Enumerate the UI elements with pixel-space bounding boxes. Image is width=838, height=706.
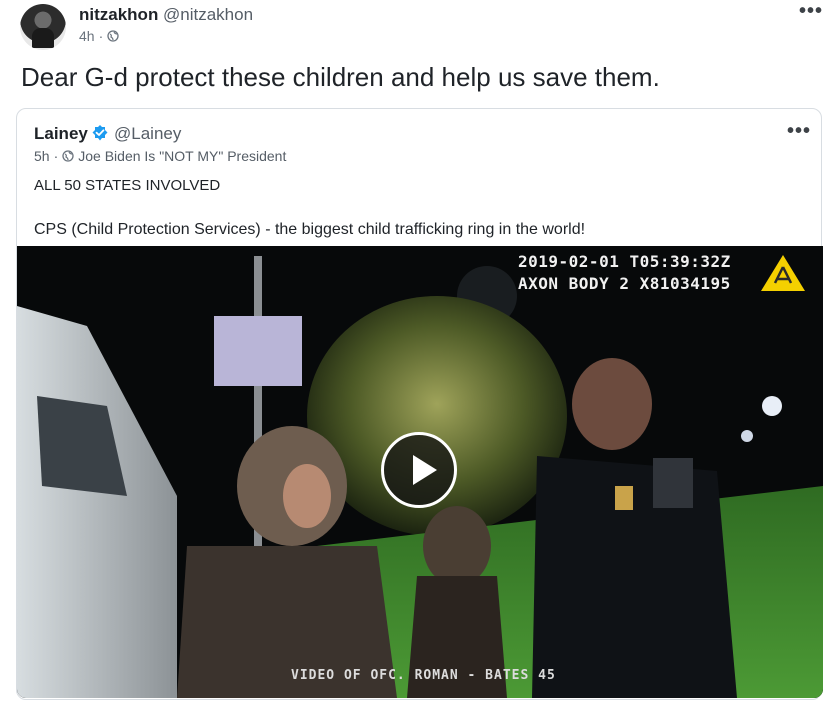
quoted-post[interactable]: Lainey @Lainey ••• 5h · Joe Biden Is "NO… <box>16 108 823 700</box>
quoted-author-name[interactable]: Lainey <box>34 124 88 144</box>
play-button[interactable] <box>381 432 457 508</box>
verified-badge-icon <box>92 125 108 141</box>
quoted-meta-separator: · <box>53 148 59 164</box>
globe-icon <box>62 150 74 162</box>
quoted-display-suffix: Joe Biden Is "NOT MY" President <box>78 148 287 164</box>
quoted-author-handle[interactable]: @Lainey <box>114 124 181 144</box>
quoted-text-line-2: CPS (Child Protection Services) - the bi… <box>34 221 586 238</box>
timestamp-line-1: 2019-02-01 T05:39:32Z <box>518 252 731 271</box>
quoted-time[interactable]: 5h <box>34 148 50 164</box>
meta-separator: · <box>98 28 104 44</box>
video-player[interactable]: 2019-02-01 T05:39:32Z AXON BODY 2 X81034… <box>17 246 823 698</box>
video-timestamp-overlay: 2019-02-01 T05:39:32Z AXON BODY 2 X81034… <box>518 251 731 295</box>
timestamp-line-2: AXON BODY 2 X81034195 <box>518 274 731 293</box>
axon-logo-icon <box>761 255 805 291</box>
post-meta: 4h · <box>79 28 119 44</box>
globe-icon <box>107 30 119 42</box>
quoted-more-options-icon[interactable]: ••• <box>787 121 811 141</box>
author-avatar[interactable] <box>20 4 66 50</box>
author-name[interactable]: nitzakhon <box>79 5 158 25</box>
quoted-text-line-1: ALL 50 STATES INVOLVED <box>34 177 221 194</box>
more-options-icon[interactable]: ••• <box>799 1 823 21</box>
video-caption-overlay: VIDEO OF OFC. ROMAN - BATES 45 <box>291 668 556 683</box>
author-handle[interactable]: @nitzakhon <box>163 5 253 25</box>
post-body: Dear G-d protect these children and help… <box>21 62 660 92</box>
quoted-meta: 5h · Joe Biden Is "NOT MY" President <box>34 148 286 164</box>
post-time[interactable]: 4h <box>79 28 95 44</box>
